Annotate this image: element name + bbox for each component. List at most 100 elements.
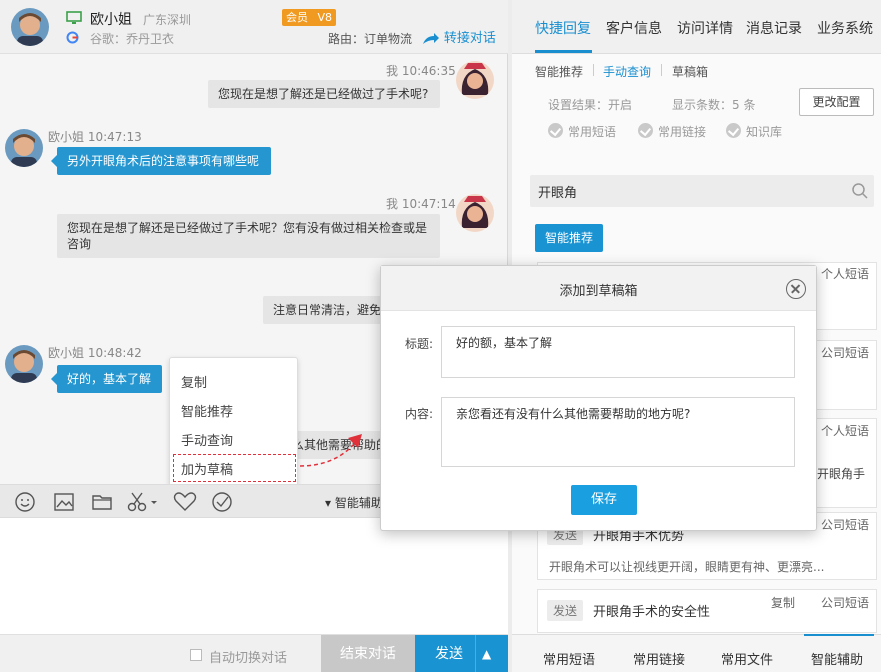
content-label: 内容: bbox=[405, 407, 434, 421]
draft-title-value: 好的额，基本了解 bbox=[456, 336, 553, 350]
card-tag: 个人短语 bbox=[821, 267, 870, 281]
search-input[interactable]: 开眼角 bbox=[530, 175, 874, 207]
smart-recommend-button[interactable]: 智能推荐 bbox=[535, 224, 603, 252]
setting-count: 显示条数：5 条 bbox=[672, 98, 756, 112]
send-button[interactable]: 发送 ▲ bbox=[415, 635, 508, 672]
agent-avatar bbox=[456, 61, 494, 99]
menu-item-add-draft[interactable]: 加为草稿 bbox=[181, 459, 233, 478]
subtab-divider bbox=[661, 64, 662, 76]
chat-message-bubble: 好的，基本了解 bbox=[51, 365, 162, 393]
message-meta: 欧小姐 10:47:13 bbox=[48, 130, 142, 144]
smart-assist-toggle[interactable]: ▾ 智能辅助 bbox=[325, 494, 383, 511]
subtab-smart-recommend[interactable]: 智能推荐 bbox=[535, 63, 583, 80]
customer-avatar bbox=[11, 8, 49, 46]
customer-name: 欧小姐 bbox=[90, 12, 132, 28]
send-divider bbox=[475, 635, 476, 672]
send-label: 发送 bbox=[435, 646, 463, 662]
add-draft-dialog: 添加到草稿箱 标题: 好的额，基本了解 内容: 亲您看还有没有什么其他需要帮助的… bbox=[380, 265, 817, 531]
message-line: 您现在是想了解还是已经做过了手术呢？您有没有做过相关检查或是 bbox=[67, 221, 428, 235]
monitor-icon bbox=[66, 11, 82, 24]
save-button[interactable]: 保存 bbox=[571, 485, 637, 515]
transfer-button[interactable]: 转接对话 bbox=[422, 27, 496, 46]
context-menu: 复制 智能推荐 手动查询 加为草稿 bbox=[169, 357, 298, 486]
auto-switch-checkbox[interactable] bbox=[190, 649, 202, 661]
card-tag: 个人短语 bbox=[821, 424, 870, 438]
guide-arrow-icon bbox=[299, 434, 362, 467]
close-icon[interactable] bbox=[786, 279, 806, 299]
check-icon[interactable] bbox=[548, 123, 563, 138]
bottom-tab-indicator bbox=[804, 634, 874, 636]
bottom-tab-smart-assist[interactable]: 智能辅助 bbox=[811, 649, 863, 668]
change-config-button[interactable]: 更改配置 bbox=[799, 88, 874, 116]
bottom-tab-phrases[interactable]: 常用短语 bbox=[543, 649, 595, 668]
vip-badge-label: 会员 bbox=[286, 11, 308, 24]
dialog-title: 添加到草稿箱 bbox=[559, 284, 638, 299]
dialog-header: 添加到草稿箱 bbox=[381, 266, 816, 311]
card-snippet: 开眼角手 bbox=[817, 467, 866, 481]
tab-business-system[interactable]: 业务系统 bbox=[817, 18, 873, 38]
tab-quick-reply[interactable]: 快捷回复 bbox=[535, 18, 591, 38]
transfer-label: 转接对话 bbox=[443, 31, 496, 46]
transfer-arrow-icon bbox=[423, 32, 439, 44]
check-label-knowledge: 知识库 bbox=[746, 125, 783, 139]
check-icon[interactable] bbox=[638, 123, 653, 138]
side-bottom-tabs: 常用短语 常用链接 常用文件 智能辅助 bbox=[512, 634, 881, 672]
card-body: 开眼角术可以让视线更开阔，眼睛更有神、更漂亮... bbox=[549, 560, 825, 574]
menu-item-manual-query[interactable]: 手动查询 bbox=[181, 430, 233, 449]
tab-message-log[interactable]: 消息记录 bbox=[746, 18, 802, 38]
chat-message-bubble: 您现在是想了解还是已经做过了手术呢？您有没有做过相关检查或是 咨询 bbox=[57, 214, 440, 258]
agent-avatar bbox=[456, 194, 494, 232]
chat-message-bubble: 另外开眼角术后的注意事项有哪些呢 bbox=[51, 147, 271, 175]
chat-bottom-bar: 自动切换对话 结束对话 发送 ▲ bbox=[0, 634, 508, 672]
subtab-drafts[interactable]: 草稿箱 bbox=[672, 63, 708, 80]
result-card[interactable]: 复制 公司短语 发送 开眼角手术的安全性 bbox=[537, 589, 877, 633]
auto-switch-label: 自动切换对话 bbox=[209, 651, 288, 666]
search-value: 开眼角 bbox=[538, 186, 578, 201]
chat-header: 欧小姐 广东深圳 会员 V8 谷歌：乔丹卫衣 路由：订单物流 转接对话 bbox=[0, 0, 508, 54]
evaluate-icon[interactable] bbox=[211, 491, 233, 513]
tab-active-indicator bbox=[535, 50, 592, 53]
side-tabs: 快捷回复 客户信息 访问详情 消息记录 业务系统 bbox=[512, 0, 881, 54]
tab-visit-detail[interactable]: 访问详情 bbox=[677, 18, 733, 38]
vip-badge: 会员 V8 bbox=[282, 9, 337, 26]
subtab-divider bbox=[593, 64, 594, 76]
folder-icon[interactable] bbox=[91, 491, 113, 513]
image-icon[interactable] bbox=[53, 491, 75, 513]
tab-customer-info[interactable]: 客户信息 bbox=[606, 18, 662, 38]
draft-content-value: 亲您看还有没有什么其他需要帮助的地方呢? bbox=[456, 407, 691, 421]
menu-item-copy[interactable]: 复制 bbox=[181, 372, 207, 391]
card-tag: 公司短语 bbox=[821, 596, 870, 610]
bottom-tab-links[interactable]: 常用链接 bbox=[633, 649, 685, 668]
subtab-manual-query[interactable]: 手动查询 bbox=[603, 63, 651, 80]
customer-avatar bbox=[5, 129, 43, 167]
card-tag: 公司短语 bbox=[821, 346, 870, 360]
emoji-icon[interactable] bbox=[14, 491, 36, 513]
google-icon bbox=[66, 31, 79, 44]
message-meta: 我 10:46:35 bbox=[386, 64, 456, 78]
card-send-button[interactable]: 发送 bbox=[547, 600, 584, 621]
scissors-icon[interactable] bbox=[126, 491, 160, 513]
message-input[interactable] bbox=[0, 518, 508, 634]
end-chat-button[interactable]: 结束对话 bbox=[321, 635, 415, 672]
customer-location: 广东深圳 bbox=[143, 13, 192, 27]
send-options-arrow-icon[interactable]: ▲ bbox=[482, 635, 491, 672]
message-line: 咨询 bbox=[67, 237, 92, 251]
vip-level: V8 bbox=[317, 11, 333, 24]
bottom-tab-files[interactable]: 常用文件 bbox=[721, 649, 773, 668]
heart-icon[interactable] bbox=[173, 491, 197, 513]
check-label-phrases: 常用短语 bbox=[568, 125, 617, 139]
chat-message-bubble: 您现在是想了解还是已经做过了手术呢? bbox=[208, 80, 440, 108]
card-tag: 公司短语 bbox=[821, 518, 870, 532]
draft-title-field[interactable]: 好的额，基本了解 bbox=[441, 326, 795, 378]
setting-result: 设置结果：开启 bbox=[548, 98, 633, 112]
search-icon[interactable] bbox=[851, 182, 869, 203]
customer-avatar bbox=[5, 345, 43, 383]
card-title: 开眼角手术的安全性 bbox=[593, 605, 711, 620]
draft-content-field[interactable]: 亲您看还有没有什么其他需要帮助的地方呢? bbox=[441, 397, 795, 467]
card-copy-button[interactable]: 复制 bbox=[771, 594, 795, 611]
menu-item-smart-recommend[interactable]: 智能推荐 bbox=[181, 401, 233, 420]
message-meta: 欧小姐 10:48:42 bbox=[48, 346, 142, 360]
customer-source: 谷歌：乔丹卫衣 bbox=[90, 32, 175, 46]
check-icon[interactable] bbox=[726, 123, 741, 138]
message-meta: 我 10:47:14 bbox=[386, 197, 456, 211]
